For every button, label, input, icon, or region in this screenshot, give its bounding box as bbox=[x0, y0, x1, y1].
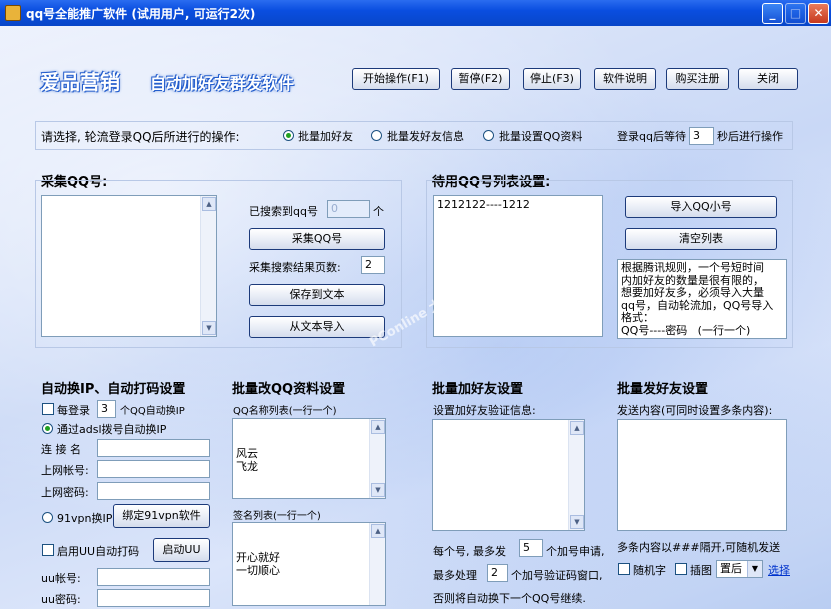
sendmsg-title: 批量发好友设置 bbox=[617, 382, 709, 397]
app-subtitle: 自动加好友群发软件 bbox=[150, 74, 295, 93]
addfriend-title: 批量加好友设置 bbox=[432, 382, 524, 397]
sign-list[interactable]: 开心就好 一切顺心 ▲ bbox=[232, 522, 386, 606]
content-label: 发送内容(可同时设置多条内容): bbox=[617, 404, 773, 417]
max-code-input[interactable]: 2 bbox=[487, 564, 508, 582]
pending-qq-list[interactable]: 1212122----1212 bbox=[433, 195, 603, 337]
adsl-label: 通过adsl拨号自动换IP bbox=[57, 423, 167, 436]
vpn-radio[interactable] bbox=[42, 512, 53, 523]
every-login-suffix: 个QQ自动换IP bbox=[120, 406, 185, 417]
random-char-checkbox[interactable] bbox=[618, 563, 630, 575]
net-password-input[interactable] bbox=[97, 482, 210, 500]
message-content-input[interactable] bbox=[617, 419, 787, 531]
collect-list-scrollbar[interactable]: ▲ ▼ bbox=[200, 196, 216, 336]
sign-list-content: 开心就好 一切顺心 bbox=[236, 551, 280, 577]
close-window-button[interactable]: ✕ bbox=[808, 3, 829, 24]
title-bar: qq号全能推广软件 (试用用户, 可运行2次) _ □ ✕ bbox=[0, 0, 831, 26]
profile-title: 批量改QQ资料设置 bbox=[232, 382, 346, 397]
max-code-prefix: 最多处理 bbox=[433, 569, 477, 582]
radio-send-messages[interactable] bbox=[371, 130, 382, 141]
searched-label: 已搜索到qq号 bbox=[249, 205, 318, 218]
collect-qq-list[interactable]: ▲ ▼ bbox=[41, 195, 217, 337]
every-login-label: 每登录 bbox=[57, 404, 90, 417]
uu-account-input[interactable] bbox=[97, 568, 210, 586]
multi-content-hint: 多条内容以###隔开,可随机发送 bbox=[617, 541, 781, 554]
brand-logo-text: 爱品营销 bbox=[40, 70, 120, 94]
names-list-content: 风云 飞龙 bbox=[236, 447, 258, 473]
mode-prompt: 请选择, 轮流登录QQ后所进行的操作: bbox=[41, 130, 240, 144]
uu-enable-label: 启用UU自动打码 bbox=[57, 545, 140, 558]
radio-add-friends-label: 批量加好友 bbox=[298, 130, 353, 143]
searched-count: 0 bbox=[327, 200, 370, 218]
wait-suffix: 秒后进行操作 bbox=[717, 130, 783, 143]
uu-password-label: uu密码: bbox=[41, 593, 81, 606]
pages-input[interactable]: 2 bbox=[361, 256, 385, 274]
net-account-label: 上网帐号: bbox=[41, 464, 89, 477]
position-select[interactable]: 置后 ▼ bbox=[716, 560, 763, 578]
verify-label: 设置加好友验证信息: bbox=[433, 404, 536, 417]
close-button[interactable]: 关闭 bbox=[738, 68, 798, 90]
ipchange-title: 自动换IP、自动打码设置 bbox=[41, 382, 186, 397]
verify-message-input[interactable]: ▲ ▼ bbox=[432, 419, 585, 531]
uu-account-label: uu帐号: bbox=[41, 572, 81, 585]
vpn-label: 91vpn换IP bbox=[57, 512, 113, 525]
start-button[interactable]: 开始操作(F1) bbox=[352, 68, 440, 90]
conn-name-input[interactable] bbox=[97, 439, 210, 457]
adsl-radio[interactable] bbox=[42, 423, 53, 434]
clear-list-button[interactable]: 清空列表 bbox=[625, 228, 777, 250]
names-label: QQ名称列表(一行一个) bbox=[233, 406, 337, 417]
window-title: qq号全能推广软件 (试用用户, 可运行2次) bbox=[26, 7, 256, 21]
every-login-checkbox[interactable] bbox=[42, 403, 54, 415]
per-qq-input[interactable]: 5 bbox=[519, 539, 543, 557]
max-code-suffix: 个加号验证码窗口, bbox=[511, 569, 603, 582]
sign-list-scrollbar[interactable]: ▲ bbox=[369, 523, 385, 605]
maximize-button[interactable]: □ bbox=[785, 3, 806, 24]
save-to-text-button[interactable]: 保存到文本 bbox=[249, 284, 385, 306]
pages-label: 采集搜索结果页数: bbox=[249, 261, 341, 274]
uu-password-input[interactable] bbox=[97, 589, 210, 607]
radio-send-messages-label: 批量发好友信息 bbox=[387, 130, 464, 143]
buy-register-button[interactable]: 购买注册 bbox=[666, 68, 729, 90]
minimize-button[interactable]: _ bbox=[762, 3, 783, 24]
random-char-label: 随机字 bbox=[633, 564, 666, 577]
per-qq-prefix: 每个号, 最多发 bbox=[433, 545, 506, 558]
insert-image-label: 插图 bbox=[690, 564, 712, 577]
app-icon bbox=[5, 5, 21, 21]
names-list-scrollbar[interactable]: ▲ ▼ bbox=[369, 419, 385, 498]
verify-scrollbar[interactable]: ▲ ▼ bbox=[568, 420, 584, 530]
radio-set-profile-label: 批量设置QQ资料 bbox=[499, 130, 583, 143]
position-select-value: 置后 bbox=[720, 562, 742, 575]
wait-prefix: 登录qq后等待 bbox=[617, 130, 686, 143]
searched-unit: 个 bbox=[373, 205, 384, 218]
sign-label: 签名列表(一行一个) bbox=[233, 511, 321, 522]
uu-enable-checkbox[interactable] bbox=[42, 544, 54, 556]
uu-start-button[interactable]: 启动UU bbox=[153, 538, 210, 562]
bind-vpn-button[interactable]: 绑定91vpn软件 bbox=[113, 504, 210, 528]
per-qq-suffix: 个加号申请, bbox=[546, 545, 605, 558]
collect-qq-button[interactable]: 采集QQ号 bbox=[249, 228, 385, 250]
names-list[interactable]: 风云 飞龙 ▲ ▼ bbox=[232, 418, 386, 499]
every-login-input[interactable]: 3 bbox=[97, 400, 116, 418]
select-image-link[interactable]: 选择 bbox=[768, 562, 790, 578]
chevron-down-icon[interactable]: ▼ bbox=[747, 561, 762, 577]
pause-button[interactable]: 暂停(F2) bbox=[451, 68, 510, 90]
radio-add-friends[interactable] bbox=[283, 130, 294, 141]
net-password-label: 上网密码: bbox=[41, 486, 89, 499]
manual-button[interactable]: 软件说明 bbox=[594, 68, 656, 90]
rules-note: 根据腾讯规则，一个号短时间 内加好友的数量是很有限的， 想要加好友多，必须导入大… bbox=[617, 259, 787, 339]
net-account-input[interactable] bbox=[97, 460, 210, 478]
wait-seconds-input[interactable]: 3 bbox=[689, 127, 714, 145]
stop-button[interactable]: 停止(F3) bbox=[523, 68, 581, 90]
conn-name-label: 连 接 名 bbox=[41, 443, 81, 456]
addfriend-footer: 否则将自动换下一个QQ号继续. bbox=[433, 592, 586, 605]
radio-set-profile[interactable] bbox=[483, 130, 494, 141]
import-qq-button[interactable]: 导入QQ小号 bbox=[625, 196, 777, 218]
insert-image-checkbox[interactable] bbox=[675, 563, 687, 575]
